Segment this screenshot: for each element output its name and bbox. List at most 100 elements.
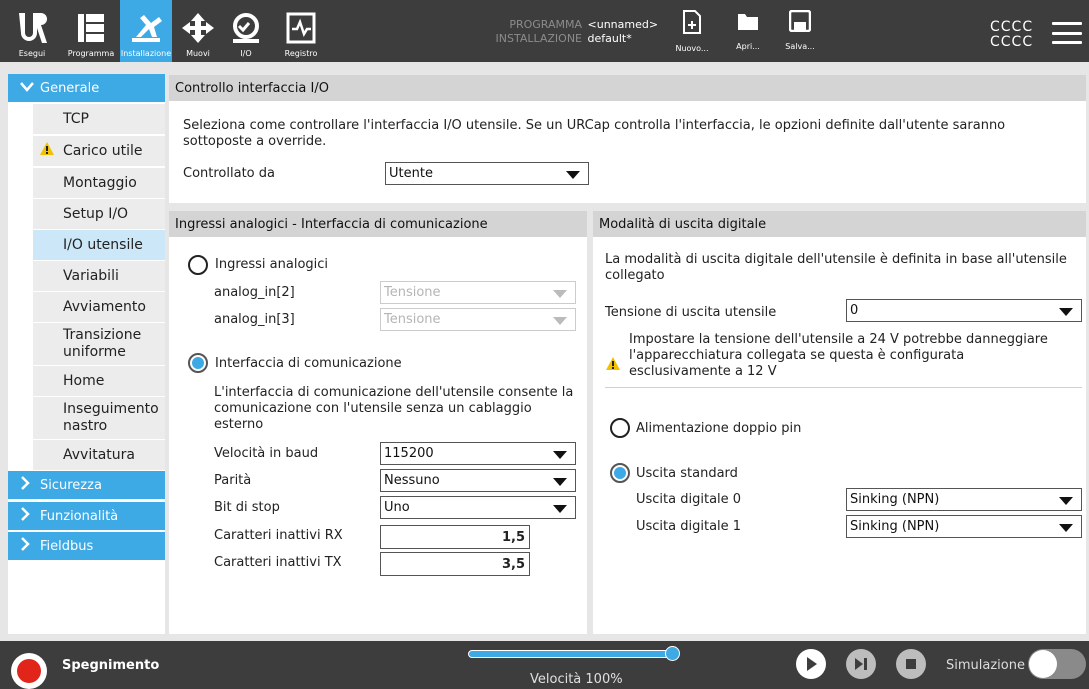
voltage-label: Tensione di uscita utensile xyxy=(605,305,777,320)
speed-slider-handle[interactable] xyxy=(665,646,680,661)
user-info: CCCC CCCC xyxy=(990,19,1034,50)
power-button[interactable] xyxy=(11,653,47,689)
sidebar-item-io-setup[interactable]: Setup I/O xyxy=(33,199,165,229)
digital-output-0-label: Uscita digitale 0 xyxy=(636,492,742,507)
new-button[interactable]: Nuovo... xyxy=(670,10,714,53)
sidebar-item-smooth-transition[interactable]: Transizione uniforme xyxy=(33,323,165,365)
ur-logo-icon xyxy=(17,10,47,46)
play-button[interactable] xyxy=(796,649,826,679)
dropdown-arrow-icon xyxy=(553,290,567,298)
parity-label: Parità xyxy=(214,473,252,488)
sidebar-item-payload[interactable]: Carico utile xyxy=(33,136,165,166)
rx-idle-input[interactable]: 1,5 xyxy=(380,525,530,549)
program-name: <unnamed> xyxy=(587,18,659,31)
menu-icon[interactable] xyxy=(1052,22,1082,44)
sidebar-category-generale[interactable]: Generale xyxy=(8,74,165,102)
comm-interface-radio[interactable] xyxy=(188,353,208,373)
warning-icon xyxy=(605,356,621,375)
log-icon xyxy=(286,10,316,46)
digital-description: La modalità di uscita digitale dell'uten… xyxy=(605,252,1067,283)
nav-run[interactable]: Esegui xyxy=(12,0,52,62)
digital-panel-header: Modalità di uscita digitale xyxy=(593,211,1086,237)
nav-move[interactable]: Muovi xyxy=(180,0,216,62)
sidebar-item-mounting[interactable]: Montaggio xyxy=(33,168,165,198)
simulation-toggle[interactable] xyxy=(1028,649,1086,679)
folder-icon xyxy=(737,10,759,36)
sidebar-item-screwdriving[interactable]: Avvitatura xyxy=(33,440,165,470)
digital-output-1-label: Uscita digitale 1 xyxy=(636,519,742,534)
stopbit-label: Bit di stop xyxy=(214,500,280,515)
sidebar: Generale TCP Carico utile Montaggio Setu… xyxy=(8,74,165,634)
analog-panel-header: Ingressi analogici - Interfaccia di comu… xyxy=(169,211,587,237)
tx-idle-label: Caratteri inattivi TX xyxy=(214,555,342,570)
baud-label: Velocità in baud xyxy=(214,446,319,461)
control-panel: Seleziona come controllare l'interfaccia… xyxy=(169,101,1086,203)
installation-icon xyxy=(128,10,164,46)
save-icon xyxy=(788,9,812,36)
new-file-icon xyxy=(683,10,701,38)
voltage-select[interactable]: 0 xyxy=(846,299,1082,322)
io-icon xyxy=(229,10,263,46)
sidebar-category-sicurezza[interactable]: Sicurezza xyxy=(8,471,165,499)
standard-output-radio[interactable] xyxy=(610,463,630,483)
sidebar-item-home[interactable]: Home xyxy=(33,366,165,396)
dual-pin-label: Alimentazione doppio pin xyxy=(636,421,802,436)
nav-program[interactable]: Programma xyxy=(62,0,120,62)
dropdown-arrow-icon xyxy=(1059,524,1073,532)
top-bar: Esegui Programma Installazione Muovi I/O… xyxy=(0,0,1089,62)
digital-output-0-select[interactable]: Sinking (NPN) xyxy=(846,488,1082,511)
analog-in3-label: analog_in[3] xyxy=(214,312,295,327)
digital-panel: La modalità di uscita digitale dell'uten… xyxy=(593,237,1086,634)
program-info: PROGRAMMA <unnamed> INSTALLAZIONE defaul… xyxy=(474,18,659,46)
step-button[interactable] xyxy=(846,649,876,679)
save-button[interactable]: Salva... xyxy=(778,9,822,51)
speed-label: Velocità 100% xyxy=(530,672,623,687)
dual-pin-radio[interactable] xyxy=(610,418,630,438)
analog-inputs-label: Ingressi analogici xyxy=(215,257,329,272)
chevron-right-icon xyxy=(20,537,34,555)
control-description: Seleziona come controllare l'interfaccia… xyxy=(183,118,1006,149)
stop-button[interactable] xyxy=(896,649,926,679)
speed-slider[interactable] xyxy=(468,650,673,658)
program-icon xyxy=(74,10,108,46)
dropdown-arrow-icon xyxy=(1059,308,1073,316)
analog-in2-select[interactable]: Tensione xyxy=(380,281,576,304)
sidebar-item-tcp[interactable]: TCP xyxy=(33,104,165,134)
parity-select[interactable]: Nessuno xyxy=(380,469,576,492)
dropdown-arrow-icon xyxy=(566,171,580,179)
analog-inputs-radio[interactable] xyxy=(188,255,208,275)
nav-io[interactable]: I/O xyxy=(228,0,264,62)
step-icon xyxy=(855,658,867,670)
chevron-right-icon xyxy=(20,507,34,525)
sidebar-item-conveyor-tracking[interactable]: Inseguimento nastro xyxy=(33,397,165,439)
stopbit-select[interactable]: Uno xyxy=(380,496,576,519)
voltage-warning-text: Impostare la tensione dell'utensile a 24… xyxy=(629,332,1048,379)
controlled-by-label: Controllato da xyxy=(183,166,275,181)
simulation-label: Simulazione xyxy=(946,658,1025,673)
sidebar-item-variables[interactable]: Variabili xyxy=(33,261,165,291)
controlled-by-select[interactable]: Utente xyxy=(385,162,589,185)
standard-output-label: Uscita standard xyxy=(636,466,738,481)
digital-output-1-select[interactable]: Sinking (NPN) xyxy=(846,515,1082,538)
dropdown-arrow-icon xyxy=(553,478,567,486)
tx-idle-input[interactable]: 3,5 xyxy=(380,552,530,576)
sidebar-item-startup[interactable]: Avviamento xyxy=(33,292,165,322)
sidebar-item-tool-io[interactable]: I/O utensile xyxy=(33,230,165,260)
play-icon xyxy=(807,657,817,671)
nav-installation[interactable]: Installazione xyxy=(120,0,172,62)
move-icon xyxy=(182,10,214,46)
sidebar-category-fieldbus[interactable]: Fieldbus xyxy=(8,532,165,560)
warning-icon xyxy=(39,141,55,161)
rx-idle-label: Caratteri inattivi RX xyxy=(214,528,343,543)
analog-in3-select[interactable]: Tensione xyxy=(380,308,576,331)
analog-panel: Ingressi analogici analog_in[2] Tensione… xyxy=(169,237,587,634)
nav-log[interactable]: Registro xyxy=(278,0,324,62)
stop-icon xyxy=(906,659,916,669)
dropdown-arrow-icon xyxy=(553,451,567,459)
baud-select[interactable]: 115200 xyxy=(380,442,576,465)
comm-interface-label: Interfaccia di comunicazione xyxy=(215,356,402,371)
dropdown-arrow-icon xyxy=(1059,497,1073,505)
installation-name: default* xyxy=(587,32,632,45)
sidebar-category-funzionalita[interactable]: Funzionalità xyxy=(8,502,165,530)
open-button[interactable]: Apri... xyxy=(726,10,770,51)
